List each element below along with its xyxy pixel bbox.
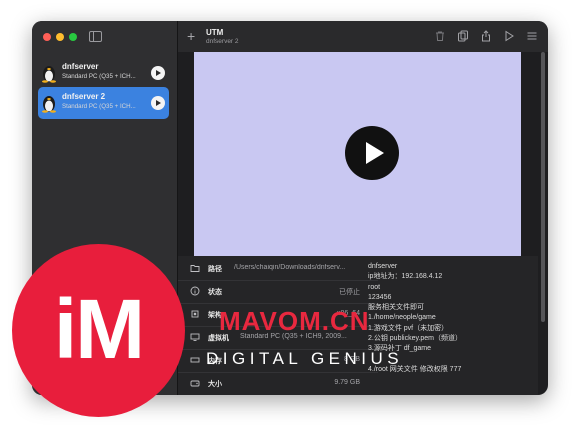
sidebar-toggle-icon[interactable] [89,31,102,42]
clone-icon[interactable] [457,30,469,42]
info-label: 状态 [208,289,222,296]
watermark-logo: iM [12,244,185,417]
settings-icon[interactable] [526,30,538,42]
note-line: ip地址为：192.168.4.12 [368,273,443,281]
watermark-tagline: DIGITAL GENIUS [206,349,404,368]
vm-name: dnfserver 2 [62,92,106,101]
info-row-path: 路径 /Users/chaiqin/Downloads/dnfserv... [178,258,378,281]
disk-icon [190,378,200,388]
vm-description: Standard PC (Q35 + ICH... [62,73,136,80]
close-window-button[interactable] [43,33,51,41]
note-line: dnfserver [368,263,398,270]
vm-screen[interactable] [194,52,521,256]
vm-description: Standard PC (Q35 + ICH... [62,103,136,110]
info-row-size: 大小 9.79 GB [178,373,378,395]
toolbar: + UTM dnfserver 2 [178,21,548,53]
info-value: 9.79 GB [334,379,360,386]
play-icon[interactable] [503,30,515,42]
monitor-icon [190,332,200,342]
memory-icon [190,355,200,365]
run-vm-button[interactable] [151,96,165,110]
linux-penguin-icon [42,66,56,83]
trash-icon[interactable] [434,30,446,42]
watermark-site-name: MAVOM.CN [219,306,370,336]
info-label: 路径 [208,266,222,273]
scrollbar-thumb[interactable] [541,52,545,322]
toolbar-actions [434,30,538,42]
folder-icon [190,263,200,273]
start-vm-play-button[interactable] [345,126,399,180]
scrollbar[interactable] [541,52,546,322]
vm-name: dnfserver [62,62,99,71]
vm-list-item-dnfserver-2[interactable]: dnfserver 2 Standard PC (Q35 + ICH... [38,87,169,119]
zoom-window-button[interactable] [69,33,77,41]
note-line: 1./home/neople/game [368,314,436,322]
note-line: 2.公钥 publickey.pem（频道） [368,335,463,343]
minimize-window-button[interactable] [56,33,64,41]
info-value: 已停止 [339,289,360,296]
note-line: 服务相关文件即可 [368,304,424,312]
run-vm-button[interactable] [151,66,165,80]
vm-preview [178,52,548,256]
info-icon [190,286,200,296]
linux-penguin-icon [42,96,56,113]
cpu-icon [190,309,200,319]
window-controls [43,33,77,41]
selected-vm-subtitle: dnfserver 2 [206,38,239,45]
note-line: root [368,283,381,291]
app-title: UTM [206,28,224,37]
info-label: 大小 [208,381,222,388]
info-row-status: 状态 已停止 [178,281,378,304]
share-icon[interactable] [480,30,492,42]
vm-list-item-dnfserver[interactable]: dnfserver Standard PC (Q35 + ICH... [38,57,169,89]
note-line: 1.游戏文件 pvf（未加密） [368,324,449,332]
watermark-logo-text: iM [53,282,145,376]
note-line: 123456 [368,293,392,301]
info-value[interactable]: /Users/chaiqin/Downloads/dnfserv... [234,264,360,271]
add-vm-icon[interactable]: + [187,29,195,43]
